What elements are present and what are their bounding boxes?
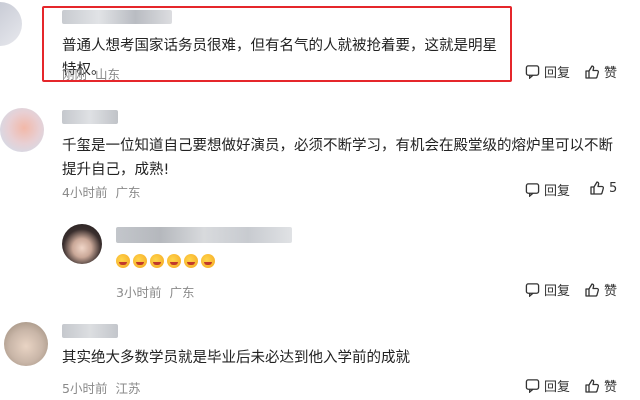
- comment-time: 3小时前: [116, 285, 162, 300]
- avatar: [0, 2, 22, 46]
- comment-bubble-icon: [525, 379, 540, 393]
- emoji-icon: [184, 254, 198, 268]
- comment-time: 5小时前: [62, 381, 108, 396]
- like-label: 赞: [604, 66, 618, 81]
- reply-button[interactable]: 回复: [525, 62, 570, 81]
- like-button[interactable]: 5: [589, 180, 617, 196]
- reply-button[interactable]: 回复: [525, 376, 570, 395]
- emoji-icon: [133, 254, 147, 268]
- reply-label: 回复: [544, 380, 571, 395]
- emoji-icon: [116, 254, 130, 268]
- comment-location: 广东: [169, 285, 195, 300]
- comment-location: 江苏: [115, 381, 141, 396]
- reply-button[interactable]: 回复: [525, 280, 570, 299]
- reply-button[interactable]: 回复: [525, 180, 570, 199]
- thumbs-up-icon: [590, 181, 605, 195]
- thumbs-up-icon: [585, 282, 600, 297]
- reply-label: 回复: [544, 184, 571, 199]
- username-blurred: [62, 110, 118, 124]
- reply-label: 回复: [544, 284, 571, 299]
- comment-text: 其实绝大多数学员就是毕业后未必达到他入学前的成就: [62, 350, 410, 366]
- reply-label: 回复: [544, 66, 571, 81]
- like-button[interactable]: 赞: [584, 376, 617, 395]
- thumbs-up-icon: [585, 64, 600, 79]
- like-label: 赞: [604, 284, 618, 299]
- comment-meta: 3小时前 广东: [116, 282, 202, 301]
- comment-meta: 5小时前 江苏: [62, 378, 148, 397]
- username-blurred: [62, 324, 118, 338]
- comment-bubble-icon: [525, 65, 540, 79]
- like-count: 5: [609, 180, 618, 196]
- emoji-icon: [150, 254, 164, 268]
- avatar: [0, 108, 44, 152]
- comment-bubble-icon: [525, 183, 540, 197]
- comment-meta: 4小时前 广东: [62, 182, 148, 201]
- comment-time: 4小时前: [62, 185, 108, 200]
- avatar: [62, 224, 102, 264]
- comment-meta: 刚刚 山东: [62, 64, 128, 83]
- comment-location: 广东: [115, 185, 141, 200]
- comment-bubble-icon: [525, 283, 540, 297]
- emoji-icon: [167, 254, 181, 268]
- emoji-icon: [201, 254, 215, 268]
- comment-time: 刚刚: [62, 67, 88, 82]
- comment-location: 山东: [95, 67, 121, 82]
- emoji-row: [116, 254, 215, 268]
- like-label: 赞: [604, 380, 618, 395]
- comment-text: 千玺是一位知道自己要想做好演员，必须不断学习，有机会在殿堂级的熔炉里可以不断提升…: [62, 138, 613, 178]
- like-button[interactable]: 赞: [584, 280, 617, 299]
- like-button[interactable]: 赞: [584, 62, 617, 81]
- username-blurred: [116, 227, 292, 243]
- thumbs-up-icon: [585, 378, 600, 393]
- avatar: [4, 322, 48, 366]
